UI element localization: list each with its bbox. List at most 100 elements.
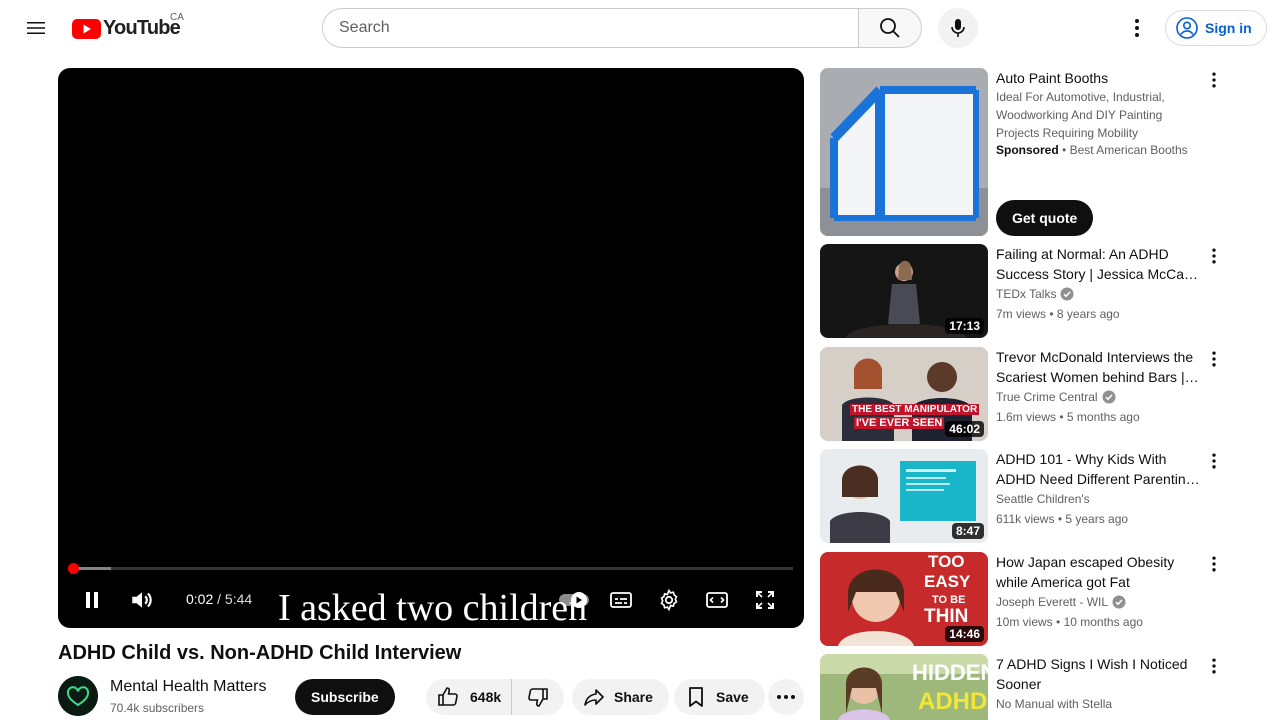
recommendation-item[interactable]: 8:47 ADHD 101 - Why Kids With ADHD Need …	[820, 449, 1230, 543]
video-thumbnail[interactable]: 17:13	[820, 244, 988, 338]
recommendation-item[interactable]: TOO EASY TO BE THIN 14:46 How Japan esca…	[820, 552, 1230, 646]
video-metadata: 7m views • 8 years ago	[996, 307, 1120, 321]
thumbnail-text: TOO	[928, 552, 965, 571]
channel-label: Seattle Children's	[996, 492, 1090, 506]
guide-menu-button[interactable]	[16, 8, 56, 48]
video-menu-button[interactable]	[1202, 244, 1226, 268]
thumbnail-text: TO BE	[932, 594, 966, 606]
thumbnail-text: I'VE EVER SEEN	[854, 417, 945, 429]
get-quote-button[interactable]: Get quote	[996, 200, 1094, 236]
ad-title[interactable]: Auto Paint Booths	[996, 70, 1108, 86]
microphone-icon	[951, 19, 965, 37]
channel-name[interactable]: TEDx Talks	[996, 287, 1074, 301]
share-icon	[584, 689, 604, 706]
video-menu-button[interactable]	[1202, 654, 1226, 678]
save-button[interactable]: Save	[674, 679, 765, 715]
youtube-logo[interactable]: YouTube	[72, 17, 181, 40]
ad-menu-button[interactable]	[1202, 68, 1226, 92]
upload-age: 10 months ago	[1063, 615, 1143, 629]
search-icon	[880, 18, 900, 38]
more-vertical-icon	[1212, 248, 1216, 264]
upload-age: 5 months ago	[1066, 410, 1140, 424]
ad-meta: Sponsored • Best American Booths	[996, 143, 1188, 157]
search-input[interactable]	[339, 19, 858, 37]
settings-more-button[interactable]	[1117, 8, 1157, 48]
channel-label: TEDx Talks	[996, 287, 1057, 301]
bookmark-icon	[689, 687, 703, 707]
share-button[interactable]: Share	[572, 679, 669, 715]
video-caption: I asked two children	[278, 587, 588, 628]
video-menu-button[interactable]	[1202, 552, 1226, 576]
video-thumbnail[interactable]: HIDDEN ADHD	[820, 654, 988, 720]
view-count: 7m views	[996, 307, 1047, 321]
more-vertical-icon	[1212, 351, 1216, 367]
search-button[interactable]	[858, 8, 922, 48]
video-player[interactable]: I asked two children 0:02 / 5:44	[58, 68, 804, 628]
video-title[interactable]: Failing at Normal: An ADHD Success Story…	[996, 244, 1202, 284]
channel-name[interactable]: Mental Health Matters	[110, 678, 267, 696]
sign-in-label: Sign in	[1205, 20, 1252, 36]
video-menu-button[interactable]	[1202, 449, 1226, 473]
recommendation-item[interactable]: 17:13 Failing at Normal: An ADHD Success…	[820, 244, 1230, 338]
video-thumbnail[interactable]: TOO EASY TO BE THIN 14:46	[820, 552, 988, 646]
search-box	[322, 8, 859, 48]
view-count: 1.6m views	[996, 410, 1057, 424]
video-duration: 17:13	[945, 318, 984, 334]
channel-name[interactable]: Seattle Children's	[996, 492, 1090, 506]
video-title[interactable]: Trevor McDonald Interviews the Scariest …	[996, 347, 1202, 387]
video-thumbnail[interactable]: THE BEST MANIPULATOR I'VE EVER SEEN 46:0…	[820, 347, 988, 441]
volume-icon	[132, 592, 152, 608]
settings-button[interactable]	[651, 582, 687, 618]
recommendation-item[interactable]: THE BEST MANIPULATOR I'VE EVER SEEN 46:0…	[820, 347, 1230, 441]
progress-buffered	[74, 567, 112, 570]
pause-button[interactable]	[74, 582, 110, 618]
subtitles-icon	[610, 592, 632, 608]
video-metadata: 611k views • 5 years ago	[996, 512, 1129, 526]
video-thumbnail[interactable]: 8:47	[820, 449, 988, 543]
sign-in-button[interactable]: Sign in	[1165, 10, 1267, 46]
thumbnail-text: ADHD	[918, 688, 988, 715]
view-count: 611k views	[996, 512, 1055, 526]
video-title[interactable]: ADHD 101 - Why Kids With ADHD Need Diffe…	[996, 449, 1202, 489]
like-button[interactable]: 648k	[426, 679, 512, 715]
pause-icon	[86, 592, 98, 608]
sponsored-label: Sponsored	[996, 143, 1059, 157]
mute-button[interactable]	[124, 582, 160, 618]
more-vertical-icon	[1212, 658, 1216, 674]
subtitles-button[interactable]	[603, 582, 639, 618]
more-vertical-icon	[1212, 556, 1216, 572]
channel-name[interactable]: True Crime Central	[996, 390, 1116, 404]
dislike-button[interactable]	[512, 679, 564, 715]
duration: 5:44	[224, 591, 253, 607]
progress-scrubber[interactable]	[68, 563, 79, 574]
autoplay-toggle[interactable]	[554, 582, 594, 618]
video-title[interactable]: How Japan escaped Obesity while America …	[996, 552, 1202, 592]
voice-search-button[interactable]	[938, 8, 978, 48]
more-actions-button[interactable]	[768, 679, 804, 715]
theater-mode-button[interactable]	[699, 582, 735, 618]
progress-bar[interactable]	[74, 567, 793, 570]
view-count: 10m views	[996, 615, 1053, 629]
verified-badge-icon	[1102, 390, 1116, 404]
subscribe-button[interactable]: Subscribe	[295, 679, 395, 715]
thumbnail-text: THIN	[924, 606, 969, 627]
account-icon	[1176, 17, 1198, 39]
channel-name[interactable]: Joseph Everett - WIL	[996, 595, 1126, 609]
more-vertical-icon	[1212, 72, 1216, 88]
like-count: 648k	[470, 689, 502, 705]
channel-name[interactable]: No Manual with Stella	[996, 697, 1112, 711]
recommendation-item[interactable]: HIDDEN ADHD 7 ADHD Signs I Wish I Notice…	[820, 654, 1230, 720]
sponsored-ad[interactable]: Auto Paint Booths Ideal For Automotive, …	[820, 68, 1230, 236]
video-title[interactable]: 7 ADHD Signs I Wish I Noticed Sooner	[996, 654, 1202, 694]
ad-thumbnail[interactable]	[820, 68, 988, 236]
time-separator: /	[213, 591, 225, 607]
channel-label: No Manual with Stella	[996, 697, 1113, 711]
fullscreen-button[interactable]	[747, 582, 783, 618]
ad-description: Ideal For Automotive, Industrial, Woodwo…	[996, 90, 1165, 140]
video-menu-button[interactable]	[1202, 347, 1226, 371]
channel-avatar[interactable]	[58, 676, 98, 716]
verified-badge-icon	[1060, 287, 1074, 301]
more-vertical-icon	[1135, 19, 1139, 37]
upload-age: 5 years ago	[1065, 512, 1129, 526]
more-horizontal-icon	[777, 695, 795, 699]
